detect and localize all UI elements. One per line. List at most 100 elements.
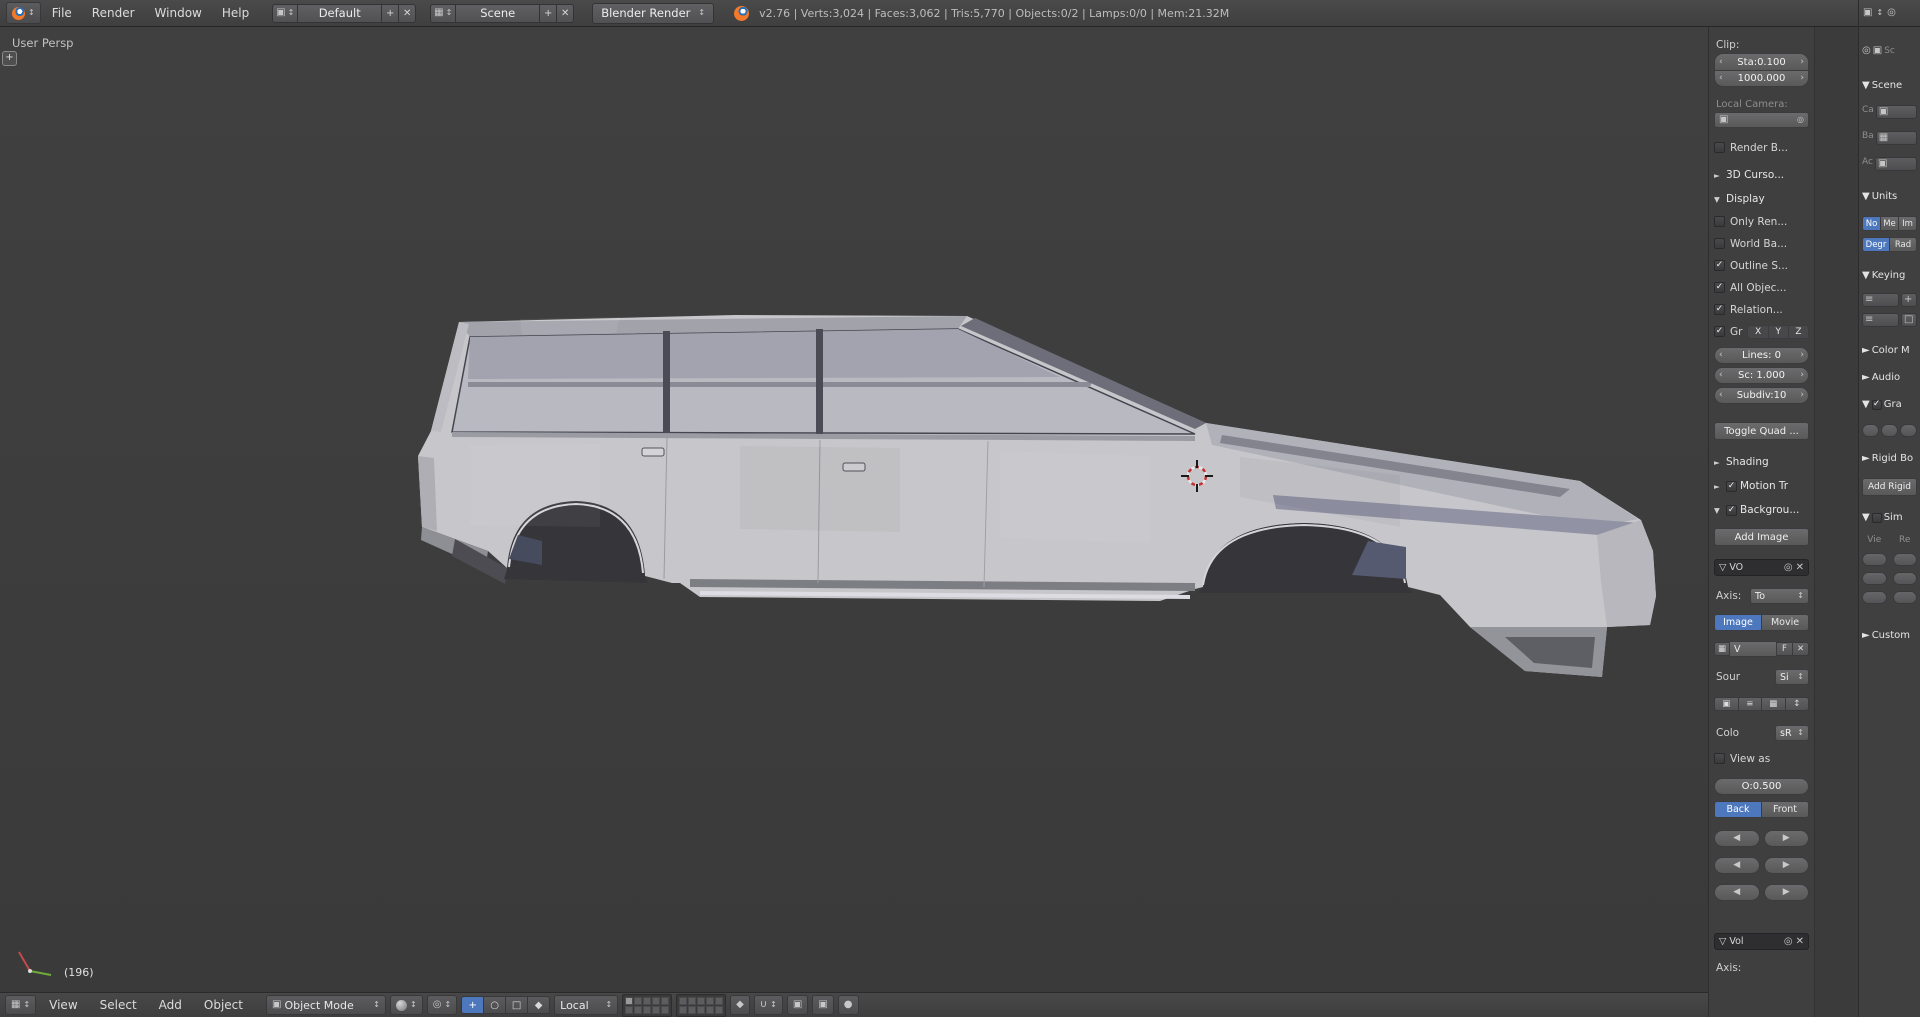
scene-browse-button[interactable]: ▦ ↕ [430,3,457,23]
background-image-item-header[interactable]: ▽ Vol ◎ ✕ [1714,933,1809,950]
panel-display[interactable]: ▼ Display [1714,191,1809,207]
camera-field[interactable]: ▣ [1875,105,1917,119]
panel-shading[interactable]: ► Shading [1714,454,1809,470]
pack-icon[interactable]: ▦ [1762,697,1786,711]
checkbox[interactable] [1871,512,1882,523]
offset-field[interactable]: ▶ [1763,857,1809,874]
menu-render[interactable]: Render [83,3,144,23]
browse-image-icon[interactable]: ▦ [1714,642,1730,656]
layer-cell[interactable] [652,1005,661,1014]
offset-field[interactable]: ▶ [1763,830,1809,847]
decrement-icon[interactable]: ◀ [1719,888,1755,897]
increment-icon[interactable]: ▶ [1769,861,1805,870]
degrees-toggle[interactable]: Degr [1862,237,1890,252]
decrement-icon[interactable]: ◀ [1719,834,1755,843]
delete-layout-button[interactable]: ✕ [399,3,417,23]
decrement-icon[interactable]: ◀ [1719,861,1755,870]
panel-custom-properties[interactable]: ► Custom [1862,628,1917,643]
lock-to-scene-button[interactable]: ◆ [730,995,750,1015]
background-field[interactable]: ▦ [1875,131,1917,145]
fake-user-button[interactable]: F [1777,642,1793,656]
axis-x-toggle[interactable]: X [1747,324,1769,339]
pivot-point-select[interactable]: ◎ ↕ [426,995,458,1015]
axis-y-toggle[interactable]: Y [1768,324,1789,339]
close-icon[interactable]: ✕ [1796,562,1804,573]
editor-type-button[interactable]: ▦ ↕ [5,995,37,1015]
size-field[interactable]: ◀ [1714,884,1760,901]
app-menu-button[interactable]: ↕ [6,2,41,24]
keying-set-field[interactable]: ≡ [1862,313,1899,327]
source-select[interactable]: Si ↕ [1775,669,1809,685]
pin-icon[interactable]: ◎ [1862,45,1871,56]
front-toggle[interactable]: Front [1762,801,1809,818]
layer-cell[interactable] [661,996,670,1005]
clip-start-field[interactable]: ‹ Sta:0.100 › [1714,53,1809,70]
increment-icon[interactable]: › [1800,391,1804,400]
menu-window[interactable]: Window [146,3,211,23]
all-object-origins-toggle[interactable]: ✓ All Objec... [1714,280,1809,295]
movie-toggle[interactable]: Movie [1762,614,1809,631]
unit-none-toggle[interactable]: No [1862,216,1881,231]
panel-background-images[interactable]: ▼ ✓ Backgrou... [1714,502,1809,518]
scale-manipulator-button[interactable]: □ [506,996,529,1014]
manipulator-mode-button[interactable]: ◆ [528,996,551,1014]
image-name-field[interactable]: V [1730,641,1777,657]
unit-imperial-toggle[interactable]: Im [1899,216,1917,231]
offset-field[interactable]: ◀ [1714,857,1760,874]
render-border-toggle[interactable]: Render B... [1714,140,1809,155]
grid-lines-field[interactable]: ‹ Lines: 0 › [1714,347,1809,364]
transform-orientation-select[interactable]: Local ↕ [554,995,619,1015]
checkbox[interactable] [1714,142,1725,153]
3d-viewport[interactable]: User Persp (196) + [0,27,1708,992]
screen-layout-name[interactable]: Default [298,3,383,23]
grid-subdiv-field[interactable]: ‹ Subdiv:10 › [1714,387,1809,404]
increment-icon[interactable]: › [1800,371,1804,380]
axis-select[interactable]: To ↕ [1750,588,1809,604]
menu-help[interactable]: Help [213,3,258,23]
simplify-render-field[interactable] [1892,572,1917,585]
render-opengl-anim-button[interactable]: ● [837,995,859,1015]
toolshelf-expand-icon[interactable]: + [2,51,17,66]
scene-context-icon[interactable]: ▣ [1873,45,1882,56]
panel-gravity[interactable]: ▼ ✓ Gra [1862,397,1917,412]
render-opengl-button[interactable]: ▣ [812,995,834,1015]
add-rigid-body-world-button[interactable]: Add Rigid [1862,478,1917,496]
simplify-viewport-field[interactable] [1862,572,1887,585]
render-engine-select[interactable]: Blender Render ↕ [592,2,715,24]
increment-icon[interactable]: ▶ [1769,834,1805,843]
snap-toggle[interactable]: ∪ ↕ [753,995,783,1015]
checkbox-checked[interactable]: ✓ [1726,504,1737,516]
panel-3d-cursor[interactable]: ► 3D Curso... [1714,167,1809,183]
toggle-quad-view-button[interactable]: Toggle Quad ... [1714,422,1809,440]
layer-cell[interactable] [625,996,634,1005]
menu-file[interactable]: File [43,3,81,23]
panel-color-management[interactable]: ► Color M [1862,343,1917,358]
menu-view[interactable]: View [40,995,86,1015]
checkbox-checked[interactable]: ✓ [1726,480,1737,492]
checkbox-checked[interactable]: ✓ [1714,282,1725,293]
checkbox-checked[interactable]: ✓ [1714,260,1725,271]
panel-audio[interactable]: ► Audio [1862,370,1917,385]
gravity-z-field[interactable] [1900,424,1917,437]
checkbox-checked[interactable]: ✓ [1871,399,1882,410]
editor-type-icon[interactable]: ▣ [1863,8,1872,18]
layer-cell[interactable] [706,1005,715,1014]
checkbox[interactable] [1714,216,1725,227]
snap-element-select[interactable]: ▣ [786,995,809,1015]
layer-cell[interactable] [706,996,715,1005]
simplify-viewport-field[interactable] [1862,553,1887,566]
simplify-render-field[interactable] [1892,553,1917,566]
close-icon[interactable]: ✕ [1796,936,1804,947]
checkbox[interactable] [1714,238,1725,249]
layer-cell[interactable] [652,996,661,1005]
panel-scene[interactable]: ▼ Scene [1862,78,1917,93]
layer-cell[interactable] [688,996,697,1005]
opacity-slider[interactable]: O:0.500 [1714,778,1809,795]
active-clip-field[interactable]: ▣ [1874,157,1917,171]
unit-metric-toggle[interactable]: Me [1881,216,1899,231]
keying-add-button[interactable]: + [1901,293,1917,307]
checkbox[interactable] [1714,753,1725,764]
rotation-field[interactable]: ▶ [1763,884,1809,901]
unlink-image-button[interactable]: ✕ [1793,642,1809,656]
layer-cell[interactable] [625,1005,634,1014]
